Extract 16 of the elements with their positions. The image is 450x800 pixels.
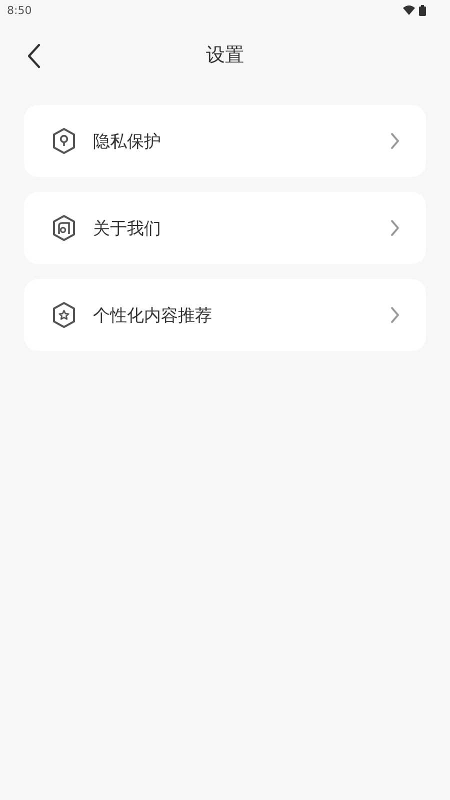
settings-item[interactable]: 隐私保护 xyxy=(24,105,426,177)
wifi-icon xyxy=(403,5,415,15)
settings-item[interactable]: 关于我们 xyxy=(24,192,426,264)
item-label: 隐私保护 xyxy=(93,130,162,152)
item-label: 关于我们 xyxy=(93,218,162,240)
page-title: 设置 xyxy=(206,43,244,68)
status-time: 8:50 xyxy=(7,4,32,16)
hexagon-icon xyxy=(51,214,77,242)
keyhole-icon xyxy=(51,127,77,155)
settings-item[interactable]: 个性化内容推荐 xyxy=(24,279,426,351)
chevron-right-icon xyxy=(390,219,400,237)
chevron-right-icon xyxy=(390,132,400,150)
chevron-right-icon xyxy=(390,306,400,324)
item-label: 个性化内容推荐 xyxy=(93,304,213,326)
star-icon xyxy=(51,301,77,329)
battery-icon xyxy=(419,4,426,16)
